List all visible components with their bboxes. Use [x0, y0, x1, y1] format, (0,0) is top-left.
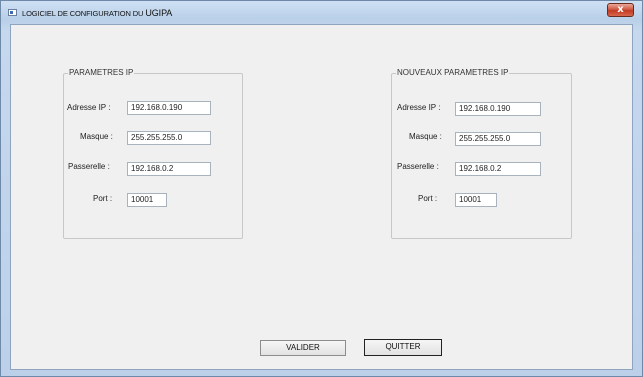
app-window: LOGICIEL DE CONFIGURATION DU UGIPA x PAR… [0, 0, 643, 377]
new-ip-field[interactable]: 192.168.0.190 [455, 102, 541, 116]
new-gateway-label: Passerelle : [397, 162, 439, 171]
current-ip-group: PARAMETRES IP [63, 68, 243, 239]
current-ip-label: Adresse IP : [67, 103, 111, 112]
current-ip-legend: PARAMETRES IP [68, 68, 135, 77]
title-bar[interactable]: LOGICIEL DE CONFIGURATION DU UGIPA x [1, 1, 642, 24]
new-port-field[interactable]: 10001 [455, 193, 497, 207]
close-button[interactable]: x [607, 3, 634, 17]
new-ip-label: Adresse IP : [397, 103, 441, 112]
current-port-field[interactable]: 10001 [127, 193, 167, 207]
client-area: PARAMETRES IP Adresse IP : 192.168.0.190… [10, 24, 633, 370]
close-icon: x [617, 4, 624, 15]
new-mask-label: Masque : [409, 132, 442, 141]
current-mask-label: Masque : [80, 132, 113, 141]
window-title-name: UGIPA [145, 8, 173, 18]
current-port-label: Port : [93, 194, 113, 203]
new-ip-legend: NOUVEAUX PARAMETRES IP [396, 68, 510, 77]
current-gateway-field[interactable]: 192.168.0.2 [127, 162, 211, 176]
quit-button[interactable]: QUITTER [364, 339, 442, 356]
new-mask-field[interactable]: 255.255.255.0 [455, 132, 541, 146]
current-ip-field[interactable]: 192.168.0.190 [127, 101, 211, 115]
app-icon [8, 9, 17, 16]
current-gateway-label: Passerelle : [68, 162, 110, 171]
validate-button[interactable]: VALIDER [260, 340, 346, 356]
new-gateway-field[interactable]: 192.168.0.2 [455, 162, 541, 176]
window-title: LOGICIEL DE CONFIGURATION DU UGIPA [22, 8, 172, 18]
new-port-label: Port : [418, 194, 438, 203]
current-mask-field[interactable]: 255.255.255.0 [127, 131, 211, 145]
window-title-prefix: LOGICIEL DE CONFIGURATION DU [22, 9, 146, 18]
new-ip-group: NOUVEAUX PARAMETRES IP [391, 68, 572, 239]
